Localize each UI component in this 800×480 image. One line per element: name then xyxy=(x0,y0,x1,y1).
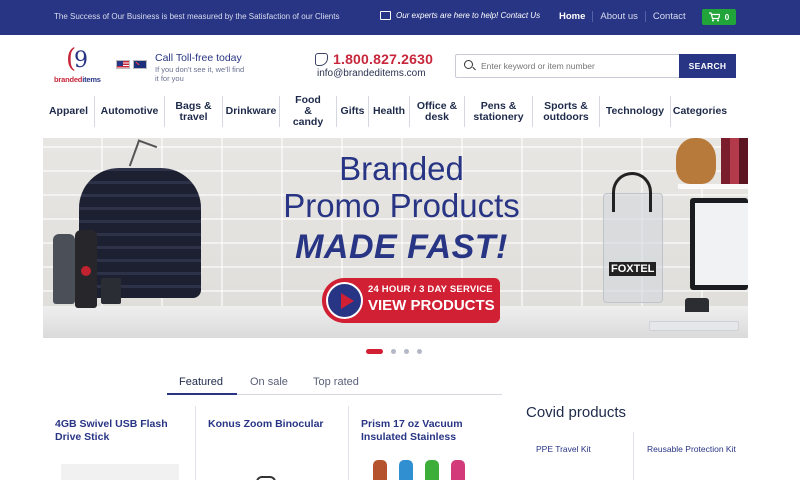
tab-top-rated[interactable]: Top rated xyxy=(313,376,359,388)
call-subtitle: If you don't see it, we'll find it for y… xyxy=(155,65,245,83)
carousel-dot-4[interactable] xyxy=(417,349,422,354)
product-name[interactable]: 4GB Swivel USB Flash Drive Stick xyxy=(55,418,185,444)
hero-banner[interactable]: Branded Promo Products MADE FAST! 24 HOU… xyxy=(43,138,748,338)
cart-count: 0 xyxy=(724,12,730,22)
nav-contact[interactable]: Contact xyxy=(644,11,693,22)
carousel-dot-1[interactable] xyxy=(366,349,383,354)
covid-product-name[interactable]: PPE Travel Kit xyxy=(536,444,631,455)
pen-cup-image xyxy=(101,278,121,304)
logo-mark-blue: 9 xyxy=(74,48,88,73)
monitor-image xyxy=(690,198,748,290)
tote-bag-image xyxy=(603,172,663,303)
category-pens-stationery[interactable]: Pens & stationery xyxy=(464,96,532,127)
product-card[interactable]: Konus Zoom Binocular xyxy=(195,406,347,480)
product-card[interactable]: 4GB Swivel USB Flash Drive Stick xyxy=(43,406,194,480)
phone-number[interactable]: 1.800.827.2630 xyxy=(333,51,433,67)
category-office-desk[interactable]: Office & desk xyxy=(409,96,464,127)
cta-label: VIEW PRODUCTS xyxy=(368,297,495,314)
chat-icon xyxy=(380,11,391,20)
covid-product-card[interactable]: Reusable Protection Kit xyxy=(635,432,748,480)
product-image[interactable] xyxy=(256,476,276,480)
carousel-dot-3[interactable] xyxy=(404,349,409,354)
category-gifts[interactable]: Gifts xyxy=(336,96,368,127)
active-tab-indicator xyxy=(167,393,237,395)
product-image[interactable] xyxy=(61,464,179,480)
product-tabs: Featured On sale Top rated xyxy=(167,374,502,395)
category-nav: Apparel Automotive Bags & travel Drinkwa… xyxy=(43,95,729,128)
category-food-candy[interactable]: Food & candy xyxy=(279,95,336,128)
product-name[interactable]: Konus Zoom Binocular xyxy=(208,418,338,431)
view-products-button[interactable]: 24 HOUR / 3 DAY SERVICE VIEW PRODUCTS xyxy=(322,278,500,323)
australia-flag-icon[interactable] xyxy=(133,60,147,69)
tagline: The Success of Our Business is best meas… xyxy=(54,12,340,21)
tab-featured[interactable]: Featured xyxy=(179,376,223,388)
category-health[interactable]: Health xyxy=(368,96,409,127)
experts-text: Our experts are here to help! Contact Us xyxy=(396,11,541,20)
search-button[interactable]: SEARCH xyxy=(679,54,736,78)
phone-icon xyxy=(315,53,328,66)
logo-wordmark: brandeditems xyxy=(54,75,101,84)
tote-brand-text: FOXTEL xyxy=(609,262,657,276)
speaker-image xyxy=(685,298,709,312)
keyboard-image xyxy=(649,321,739,331)
category-technology[interactable]: Technology xyxy=(599,96,670,127)
cta-service-text: 24 HOUR / 3 DAY SERVICE xyxy=(368,284,493,295)
search-icon xyxy=(464,60,473,69)
us-flag-icon[interactable] xyxy=(116,60,130,69)
product-image[interactable] xyxy=(373,460,465,480)
category-apparel[interactable]: Apparel xyxy=(43,96,94,127)
top-bar: The Success of Our Business is best meas… xyxy=(0,0,800,35)
category-drinkware[interactable]: Drinkware xyxy=(222,96,279,127)
carousel-dots xyxy=(366,349,422,354)
tab-on-sale[interactable]: On sale xyxy=(250,376,288,388)
category-bags-travel[interactable]: Bags & travel xyxy=(164,96,222,127)
category-sports-outdoors[interactable]: Sports & outdoors xyxy=(532,96,599,127)
email-link[interactable]: info@brandeditems.com xyxy=(317,68,426,79)
experts-contact-link[interactable]: Our experts are here to help! Contact Us xyxy=(380,11,540,20)
covid-product-card[interactable]: PPE Travel Kit xyxy=(524,432,634,480)
play-icon xyxy=(326,282,363,319)
call-title: Call Toll-free today xyxy=(155,52,242,64)
nav-about[interactable]: About us xyxy=(592,11,645,22)
brand-logo[interactable]: ( 9 brandeditems xyxy=(54,46,110,88)
nav-home[interactable]: Home xyxy=(559,11,592,22)
covid-section-title: Covid products xyxy=(526,404,627,421)
books-image xyxy=(721,138,748,184)
carousel-dot-2[interactable] xyxy=(391,349,396,354)
product-card[interactable]: Prism 17 oz Vacuum Insulated Stainless xyxy=(348,406,500,480)
cart-button[interactable]: 0 xyxy=(702,9,736,25)
product-name[interactable]: Prism 17 oz Vacuum Insulated Stainless xyxy=(361,418,491,444)
category-all[interactable]: Categories xyxy=(670,96,729,127)
covid-product-name[interactable]: Reusable Protection Kit xyxy=(647,444,742,455)
category-automotive[interactable]: Automotive xyxy=(94,96,164,127)
cart-icon xyxy=(708,12,720,22)
shelf xyxy=(678,184,748,189)
search-input[interactable] xyxy=(455,54,679,78)
teddy-bear-image xyxy=(676,138,716,184)
top-nav: Home About us Contact xyxy=(559,11,693,22)
